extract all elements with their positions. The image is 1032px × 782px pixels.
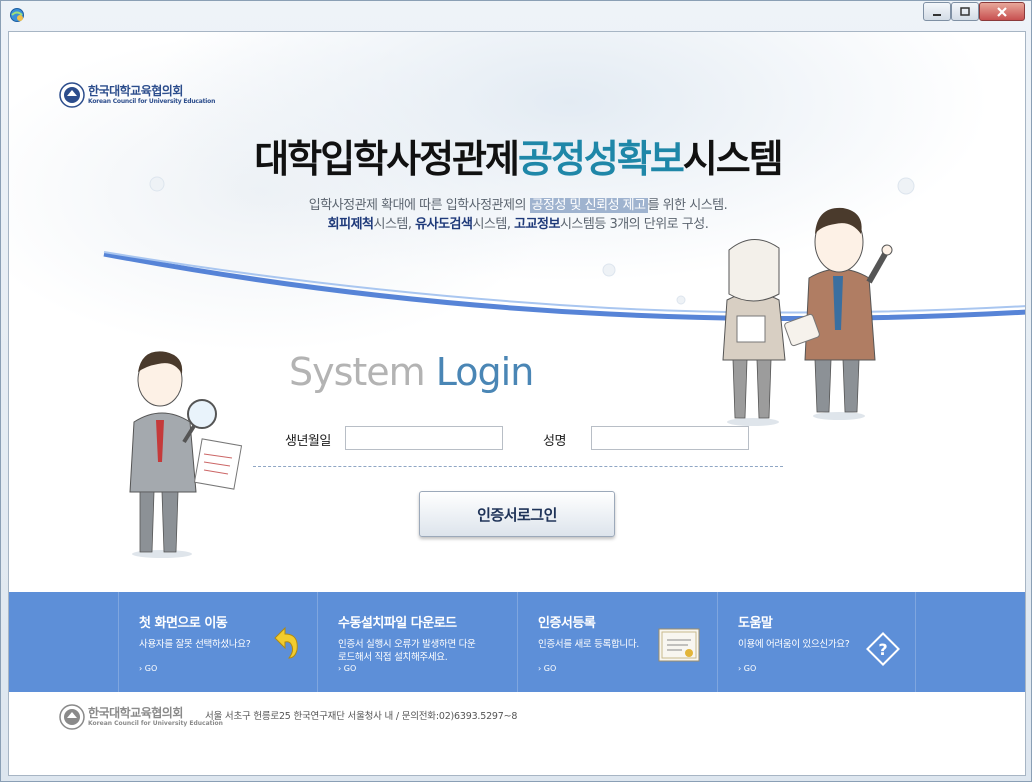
system-name: 유사도검색 — [415, 217, 473, 232]
divider — [253, 466, 783, 467]
footer-logo: 한국대학교육협의회 Korean Council for University … — [59, 704, 223, 730]
organization-logo: 한국대학교육협의회 Korean Council for University … — [59, 82, 215, 108]
close-button[interactable] — [979, 2, 1025, 21]
system-name: 회피제척 — [327, 217, 374, 232]
title-highlight: 공정성확보 — [517, 136, 685, 181]
footer: 한국대학교육협의회 Korean Council for University … — [9, 692, 1025, 775]
login-heading-login: Login — [435, 350, 535, 394]
go-link[interactable]: › GO — [139, 664, 157, 673]
panel-title: 인증서등록 — [538, 616, 596, 631]
desc-text: 시스템등 3개의 단위로 구성. — [559, 217, 709, 232]
seal-icon — [59, 82, 85, 108]
login-heading-system: System — [289, 350, 436, 394]
desc-text: 시스템, — [472, 217, 515, 232]
panel-title: 도움말 — [738, 616, 773, 631]
login-heading: System Login — [289, 350, 535, 394]
title-bar[interactable] — [1, 1, 1031, 31]
page-content: 한국대학교육협의회 Korean Council for University … — [8, 31, 1026, 776]
panel-certificate-register[interactable]: 인증서등록 인증서를 새로 등록합니다. › GO — [517, 592, 716, 692]
application-window: 한국대학교육협의회 Korean Council for University … — [0, 0, 1032, 782]
name-label: 성명 — [543, 434, 566, 449]
birthdate-input[interactable] — [345, 426, 503, 450]
desc-text: 입학사정관제 확대에 따른 입학사정관제의 — [308, 198, 530, 213]
hero-section: 한국대학교육협의회 Korean Council for University … — [9, 32, 1025, 592]
name-input[interactable] — [591, 426, 749, 450]
birthdate-label: 생년월일 — [285, 434, 331, 449]
panel-home[interactable]: 첫 화면으로 이동 사용자를 잘못 선택하셨나요? › GO — [118, 592, 317, 692]
minimize-button[interactable] — [923, 2, 951, 21]
title-part-1: 대학입학사정관제 — [254, 136, 520, 181]
footer-logo-korean: 한국대학교육협의회 — [88, 705, 183, 720]
desc-text: 시스템, — [373, 217, 416, 232]
logo-english: Korean Council for University Education — [88, 97, 216, 105]
svg-text:?: ? — [878, 640, 887, 659]
panel-help[interactable]: 도움말 이용에 어려움이 있으신가요? › GO ? — [717, 592, 916, 692]
question-icon: ? — [866, 632, 900, 666]
panel-manual-download[interactable]: 수동설치파일 다운로드 인증서 실행시 오류가 발생하면 다운로드해서 직접 설… — [317, 592, 516, 692]
title-part-3: 시스템 — [682, 136, 784, 181]
panel-text: 인증서를 새로 등록합니다. — [538, 639, 639, 650]
app-icon — [10, 8, 24, 22]
certificate-login-button[interactable]: 인증서로그인 — [419, 491, 615, 537]
minimize-icon — [933, 13, 941, 16]
back-arrow-icon — [274, 626, 298, 659]
characters-discussion-illustration — [722, 207, 893, 426]
maximize-icon — [960, 6, 970, 16]
quick-links-band: 첫 화면으로 이동 사용자를 잘못 선택하셨나요? › GO 수동설치파일 다운… — [9, 592, 1025, 692]
panel-text: 이용에 어려움이 있으신가요? — [738, 639, 850, 650]
panel-text: 인증서 실행시 오류가 발생하면 다운로드해서 직접 설치해주세요. — [338, 639, 476, 663]
footer-address: 서울 서초구 헌릉로25 한국연구재단 서울청사 내 / 문의전화:02)639… — [205, 711, 518, 722]
go-link[interactable]: › GO — [338, 664, 356, 673]
footer-logo-english: Korean Council for University Education — [88, 719, 223, 727]
maximize-button[interactable] — [951, 2, 979, 21]
go-link[interactable]: › GO — [738, 664, 756, 673]
logo-korean: 한국대학교육협의회 — [88, 83, 183, 98]
certificate-icon — [658, 628, 700, 662]
seal-icon — [59, 704, 85, 730]
page-title: 대학입학사정관제공정성확보시스템 — [9, 128, 1025, 183]
panel-title: 수동설치파일 다운로드 — [338, 616, 457, 631]
close-icon — [997, 6, 1007, 17]
character-magnifier-illustration — [129, 351, 243, 558]
panel-title: 첫 화면으로 이동 — [139, 616, 228, 631]
go-link[interactable]: › GO — [538, 664, 556, 673]
panel-text: 사용자를 잘못 선택하셨나요? — [139, 639, 251, 650]
system-name: 고교정보 — [514, 217, 560, 232]
desc-highlight: 공정성 및 신뢰성 제고 — [529, 198, 648, 213]
